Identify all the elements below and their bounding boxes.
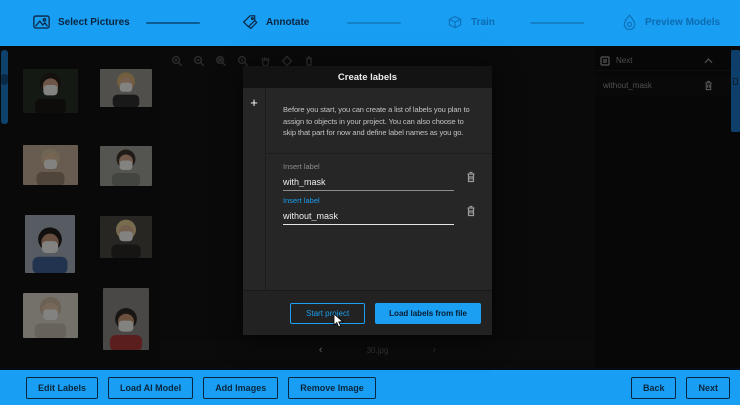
image-thumbnail[interactable] [100,216,152,258]
next-button[interactable]: Next [686,377,730,399]
label-input-with-mask[interactable] [283,176,454,191]
insert-label-caption: Insert label [283,196,454,205]
picture-icon [33,15,50,29]
step-preview-models[interactable]: Preview Models [622,0,720,44]
label-input-without-mask[interactable] [283,210,454,225]
label-input-list: Insert label Insert label [266,154,492,230]
label-list-icon [600,56,610,66]
masked-person-photo [23,69,78,113]
previous-image-chevron[interactable]: ‹ [319,344,323,356]
masked-person-photo [100,69,152,107]
step-annotate[interactable]: Annotate [242,0,309,44]
add-label-button[interactable]: + [250,97,258,109]
label-name: without_mask [603,81,652,90]
step-label: Preview Models [645,17,720,28]
step-label: Train [471,17,495,28]
dialog-side-rail: + [243,88,266,290]
remove-image-button[interactable]: Remove Image [288,377,376,399]
zoom-fit-icon[interactable] [214,54,228,68]
image-thumbnail[interactable] [103,288,149,350]
back-button[interactable]: Back [631,377,677,399]
start-project-button[interactable]: Start project [290,303,365,324]
edit-labels-button[interactable]: Edit Labels [26,377,98,399]
step-label: Select Pictures [58,17,130,28]
dialog-footer: Start project Load labels from file [243,290,492,335]
image-list-sidebar [0,48,160,368]
step-label: Annotate [266,17,309,28]
trash-icon [466,171,476,183]
image-thumbnail[interactable] [100,146,152,186]
label-input-row: Insert label [283,196,476,225]
trash-icon[interactable] [704,80,713,91]
next-image-chevron[interactable]: › [432,344,436,356]
scrollbar-knob[interactable] [1,74,8,85]
create-labels-dialog: Create labels + Before you start, you ca… [243,66,492,335]
label-row-without-mask[interactable]: without_mask [595,75,731,95]
dialog-description: Before you start, you can create a list … [266,88,492,154]
labels-panel-scrollbar[interactable] [731,50,740,132]
step-train[interactable]: Train [447,0,495,44]
sidebar-scrollbar[interactable] [1,50,8,124]
image-thumbnail[interactable] [100,69,152,107]
labels-panel: Next without_mask [595,48,740,368]
add-images-button[interactable]: Add Images [203,377,278,399]
tag-icon [242,15,258,30]
step-select-pictures[interactable]: Select Pictures [33,0,130,44]
image-thumbnail[interactable] [23,293,78,338]
dialog-spacer [266,230,492,291]
flame-icon [622,14,637,30]
image-pager: ‹ 30.jpg › [160,340,595,360]
masked-person-photo [100,146,152,186]
chevron-up-icon[interactable] [704,58,713,64]
bottom-action-bar: Edit Labels Load AI Model Add Images Rem… [0,368,740,405]
masked-person-photo [103,288,149,350]
label-input-row: Insert label [283,162,476,191]
cube-icon [447,15,463,30]
image-thumbnail[interactable] [23,69,78,113]
top-step-bar: Select Pictures Annotate Train Preview M… [0,0,740,44]
load-ai-model-button[interactable]: Load AI Model [108,377,193,399]
masked-person-photo [100,216,152,258]
load-labels-from-file-button[interactable]: Load labels from file [375,303,481,324]
step-connector [146,22,200,24]
insert-label-caption: Insert label [283,162,454,171]
step-connector [347,22,401,24]
step-connector [530,22,584,24]
labels-panel-header: Next [595,51,731,71]
zoom-in-icon[interactable] [170,54,184,68]
trash-icon [466,205,476,217]
scrollbar-glyph [733,78,738,85]
masked-person-photo [23,145,78,185]
current-image-filename: 30.jpg [367,346,389,355]
masked-person-photo [23,293,78,338]
masked-person-photo [25,215,75,273]
delete-label-button[interactable] [466,205,476,220]
zoom-out-icon[interactable] [192,54,206,68]
image-thumbnail[interactable] [23,145,78,185]
labels-panel-title: Next [616,56,632,65]
dialog-title: Create labels [338,72,397,83]
image-thumbnail[interactable] [25,215,75,273]
dialog-header: Create labels [243,66,492,88]
delete-label-button[interactable] [466,171,476,186]
